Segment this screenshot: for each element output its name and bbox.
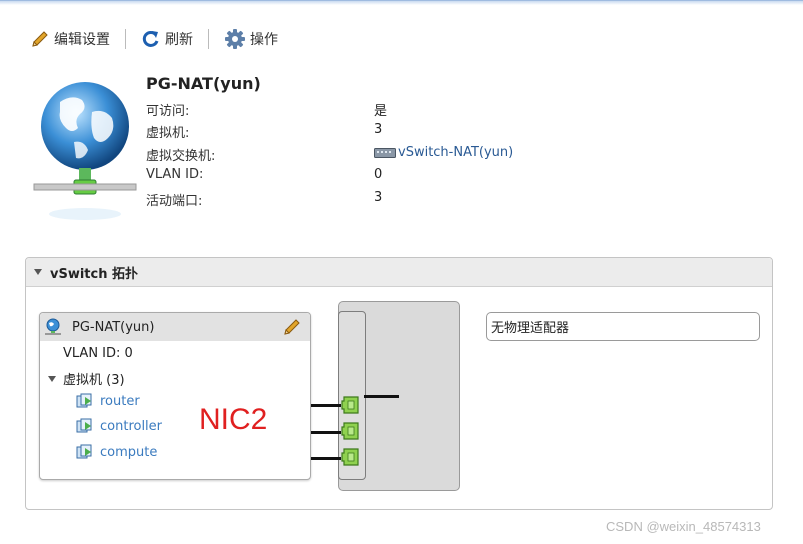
actions-button[interactable]: 操作 bbox=[224, 28, 278, 50]
uplink-wire bbox=[364, 395, 399, 398]
vswitch-icon bbox=[374, 147, 396, 158]
pencil-icon bbox=[32, 31, 48, 47]
network-icon bbox=[45, 318, 61, 335]
physical-adapter-box[interactable]: 无物理适配器 bbox=[486, 312, 760, 341]
topology-panel-header[interactable]: vSwitch 拓扑 bbox=[26, 258, 772, 287]
vm-item-controller[interactable]: controller bbox=[76, 418, 162, 434]
vm-name: router bbox=[100, 393, 140, 409]
vswitch-link[interactable]: vSwitch-NAT(yun) bbox=[398, 145, 513, 160]
toolbar: 编辑设置 刷新 操作 bbox=[30, 26, 278, 52]
vm-wire bbox=[311, 404, 341, 407]
collapse-triangle-icon[interactable] bbox=[34, 269, 42, 275]
vm-icon bbox=[76, 418, 92, 433]
refresh-button[interactable]: 刷新 bbox=[141, 29, 193, 49]
refresh-label: 刷新 bbox=[165, 32, 193, 48]
active-ports-label: 活动端口: bbox=[146, 194, 203, 209]
toolbar-divider bbox=[125, 29, 126, 49]
accessible-label: 可访问: bbox=[146, 104, 190, 119]
vm-group-label: 虚拟机 (3) bbox=[63, 373, 125, 388]
gear-icon bbox=[225, 29, 245, 49]
actions-label: 操作 bbox=[250, 32, 278, 48]
vswitch-value: vSwitch-NAT(yun) bbox=[374, 145, 513, 160]
vlan-id-value: 0 bbox=[374, 167, 383, 182]
vm-wire bbox=[311, 457, 341, 460]
refresh-icon bbox=[142, 30, 159, 47]
vm-wire bbox=[311, 431, 341, 434]
edit-settings-button[interactable]: 编辑设置 bbox=[30, 29, 110, 49]
vm-icon bbox=[76, 393, 92, 408]
vm-item-router[interactable]: router bbox=[76, 393, 140, 409]
expand-triangle-icon[interactable] bbox=[48, 375, 56, 382]
page-title: PG-NAT(yun) bbox=[146, 74, 261, 93]
accessible-value: 是 bbox=[374, 104, 388, 119]
vm-count-label: 虚拟机: bbox=[146, 126, 190, 141]
vm-icon bbox=[76, 444, 92, 459]
portgroup-vlan: VLAN ID: 0 bbox=[63, 346, 133, 361]
portgroup-box-header: PG-NAT(yun) bbox=[40, 313, 310, 341]
pencil-icon[interactable] bbox=[282, 317, 302, 337]
watermark: CSDN @weixin_48574313 bbox=[606, 519, 761, 534]
vm-name: controller bbox=[100, 418, 163, 434]
top-border bbox=[0, 0, 803, 5]
vm-group-toggle[interactable]: 虚拟机 (3) bbox=[48, 369, 125, 388]
globe-network-icon bbox=[33, 82, 137, 220]
no-physical-adapter-label: 无物理适配器 bbox=[491, 321, 570, 336]
port-icon bbox=[341, 422, 359, 440]
vm-name: compute bbox=[100, 444, 158, 460]
edit-settings-label: 编辑设置 bbox=[54, 32, 110, 48]
port-icon bbox=[341, 448, 359, 466]
active-ports-value: 3 bbox=[374, 190, 383, 205]
nic-annotation: NIC2 bbox=[199, 403, 268, 436]
toolbar-divider bbox=[208, 29, 209, 49]
vlan-id-label: VLAN ID: bbox=[146, 167, 204, 182]
portgroup-box-title: PG-NAT(yun) bbox=[72, 319, 155, 335]
vm-count-value: 3 bbox=[374, 122, 383, 137]
topology-panel-title: vSwitch 拓扑 bbox=[50, 266, 139, 282]
port-icon bbox=[341, 396, 359, 414]
vswitch-label: 虚拟交换机: bbox=[146, 149, 216, 164]
vm-item-compute[interactable]: compute bbox=[76, 444, 157, 460]
